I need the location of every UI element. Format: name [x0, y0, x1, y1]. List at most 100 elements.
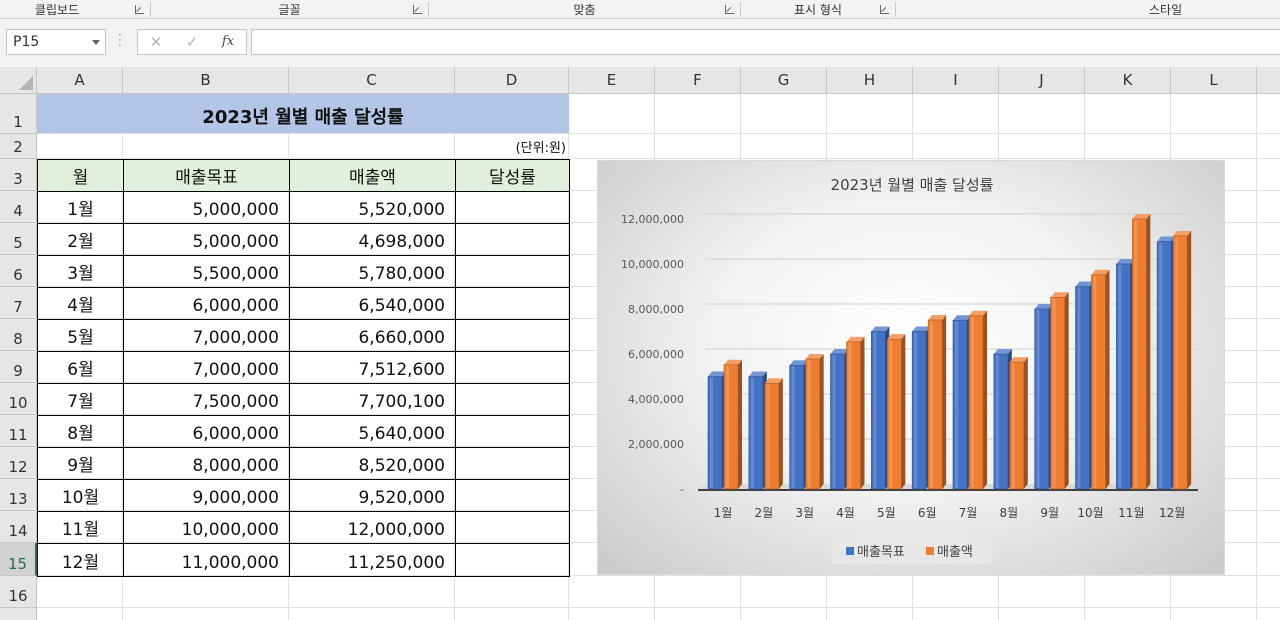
- row-header-11[interactable]: 11: [0, 415, 37, 447]
- cell-sales[interactable]: 5,780,000: [289, 255, 456, 288]
- select-all-button[interactable]: [0, 67, 37, 94]
- column-header-m[interactable]: [1257, 67, 1280, 94]
- unit-label-cell[interactable]: (단위:원): [455, 134, 568, 159]
- row-header-3[interactable]: 3: [0, 159, 37, 191]
- cell-month[interactable]: 5월: [37, 319, 124, 352]
- cell-sales[interactable]: 7,700,100: [289, 383, 456, 416]
- cell-month[interactable]: 2월: [37, 223, 124, 256]
- cell-rate[interactable]: [455, 287, 570, 320]
- cell-rate[interactable]: [455, 223, 570, 256]
- row-header-4[interactable]: 4: [0, 191, 37, 223]
- cell-sales[interactable]: 4,698,000: [289, 223, 456, 256]
- cell-sales[interactable]: 6,540,000: [289, 287, 456, 320]
- header-sales[interactable]: 매출액: [289, 159, 456, 192]
- column-header-l[interactable]: L: [1171, 67, 1257, 94]
- row-header-2[interactable]: 2: [0, 134, 37, 159]
- cell-target[interactable]: 7,000,000: [123, 319, 290, 352]
- cell-target[interactable]: 7,000,000: [123, 351, 290, 384]
- row-header-9[interactable]: 9: [0, 351, 37, 383]
- formula-input[interactable]: [251, 29, 1280, 55]
- insert-function-icon[interactable]: fx: [216, 34, 240, 54]
- cell-rate[interactable]: [455, 511, 570, 544]
- cell-month[interactable]: 12월: [37, 543, 124, 577]
- row-header-7[interactable]: 7: [0, 287, 37, 319]
- row-header-5[interactable]: 5: [0, 223, 37, 255]
- cell-rate[interactable]: [455, 447, 570, 480]
- cell-target[interactable]: 11,000,000: [123, 543, 290, 577]
- dialog-launcher-icon[interactable]: [725, 5, 734, 14]
- column-header-e[interactable]: E: [569, 67, 655, 94]
- cell-sales[interactable]: 5,640,000: [289, 415, 456, 448]
- cell-sales[interactable]: 5,520,000: [289, 191, 456, 224]
- cell-sales[interactable]: 7,512,600: [289, 351, 456, 384]
- x-tick-label: 10월: [1077, 506, 1103, 520]
- column-header-g[interactable]: G: [741, 67, 827, 94]
- column-header-i[interactable]: I: [913, 67, 999, 94]
- sheet-title-cell[interactable]: 2023년 월별 매출 달성률: [37, 94, 569, 133]
- cell-month[interactable]: 3월: [37, 255, 124, 288]
- column-header-d[interactable]: D: [455, 67, 569, 94]
- chevron-down-icon[interactable]: [92, 40, 100, 45]
- column-header-c[interactable]: C: [289, 67, 455, 94]
- cell-target[interactable]: 5,000,000: [123, 191, 290, 224]
- cell-target[interactable]: 5,500,000: [123, 255, 290, 288]
- cell-target[interactable]: 5,000,000: [123, 223, 290, 256]
- cell-month[interactable]: 7월: [37, 383, 124, 416]
- row-header-1[interactable]: 1: [0, 94, 37, 134]
- cell-rate[interactable]: [455, 415, 570, 448]
- cell-sales[interactable]: 9,520,000: [289, 479, 456, 512]
- dialog-launcher-icon[interactable]: [413, 5, 422, 14]
- row-header-8[interactable]: 8: [0, 319, 37, 351]
- cell-rate[interactable]: [455, 479, 570, 512]
- cell-sales[interactable]: 6,660,000: [289, 319, 456, 352]
- cell-month[interactable]: 11월: [37, 511, 124, 544]
- row-header-12[interactable]: 12: [0, 447, 37, 479]
- column-header-h[interactable]: H: [827, 67, 913, 94]
- column-header-f[interactable]: F: [655, 67, 741, 94]
- cell-target[interactable]: 6,000,000: [123, 415, 290, 448]
- bar-highlight: [807, 359, 811, 488]
- cell-sales[interactable]: 12,000,000: [289, 511, 456, 544]
- row-header-13[interactable]: 13: [0, 479, 37, 511]
- cell-sales[interactable]: 11,250,000: [289, 543, 456, 577]
- cell-target[interactable]: 8,000,000: [123, 447, 290, 480]
- cell-target[interactable]: 6,000,000: [123, 287, 290, 320]
- row-header-6[interactable]: 6: [0, 255, 37, 287]
- sales-chart[interactable]: 2023년 월별 매출 달성률 - 2,000,000 4,000,000 6,000,…: [597, 160, 1225, 575]
- row-header-16[interactable]: 16: [0, 576, 37, 608]
- column-header-b[interactable]: B: [123, 67, 289, 94]
- cell-month[interactable]: 6월: [37, 351, 124, 384]
- cell-rate[interactable]: [455, 255, 570, 288]
- cell-target[interactable]: 9,000,000: [123, 479, 290, 512]
- row-header-10[interactable]: 10: [0, 383, 37, 415]
- row-header-17[interactable]: [0, 608, 37, 620]
- dialog-launcher-icon[interactable]: [135, 5, 144, 14]
- header-target[interactable]: 매출목표: [123, 159, 290, 192]
- cell-rate[interactable]: [455, 351, 570, 384]
- column-header-a[interactable]: A: [37, 67, 123, 94]
- cell-rate[interactable]: [455, 543, 570, 577]
- cell-sales[interactable]: 8,520,000: [289, 447, 456, 480]
- cell-rate[interactable]: [455, 191, 570, 224]
- dialog-launcher-icon[interactable]: [880, 5, 889, 14]
- cell-target[interactable]: 10,000,000: [123, 511, 290, 544]
- column-header-k[interactable]: K: [1085, 67, 1171, 94]
- name-box[interactable]: P15: [6, 29, 106, 55]
- cell-rate[interactable]: [455, 319, 570, 352]
- cell-month[interactable]: 9월: [37, 447, 124, 480]
- cancel-icon[interactable]: ✕: [144, 33, 168, 53]
- cell-month[interactable]: 10월: [37, 479, 124, 512]
- header-month[interactable]: 월: [37, 159, 124, 192]
- row-header-14[interactable]: 14: [0, 511, 37, 543]
- cell-month[interactable]: 1월: [37, 191, 124, 224]
- enter-icon[interactable]: ✓: [180, 33, 204, 53]
- cell-target[interactable]: 7,500,000: [123, 383, 290, 416]
- column-header-j[interactable]: J: [999, 67, 1085, 94]
- cell-rate[interactable]: [455, 383, 570, 416]
- row-header-15[interactable]: 15: [0, 543, 37, 576]
- drag-handle-icon[interactable]: · · ·: [118, 29, 122, 51]
- bar-highlight: [1077, 287, 1081, 488]
- cell-month[interactable]: 4월: [37, 287, 124, 320]
- cell-month[interactable]: 8월: [37, 415, 124, 448]
- header-rate[interactable]: 달성률: [455, 159, 570, 192]
